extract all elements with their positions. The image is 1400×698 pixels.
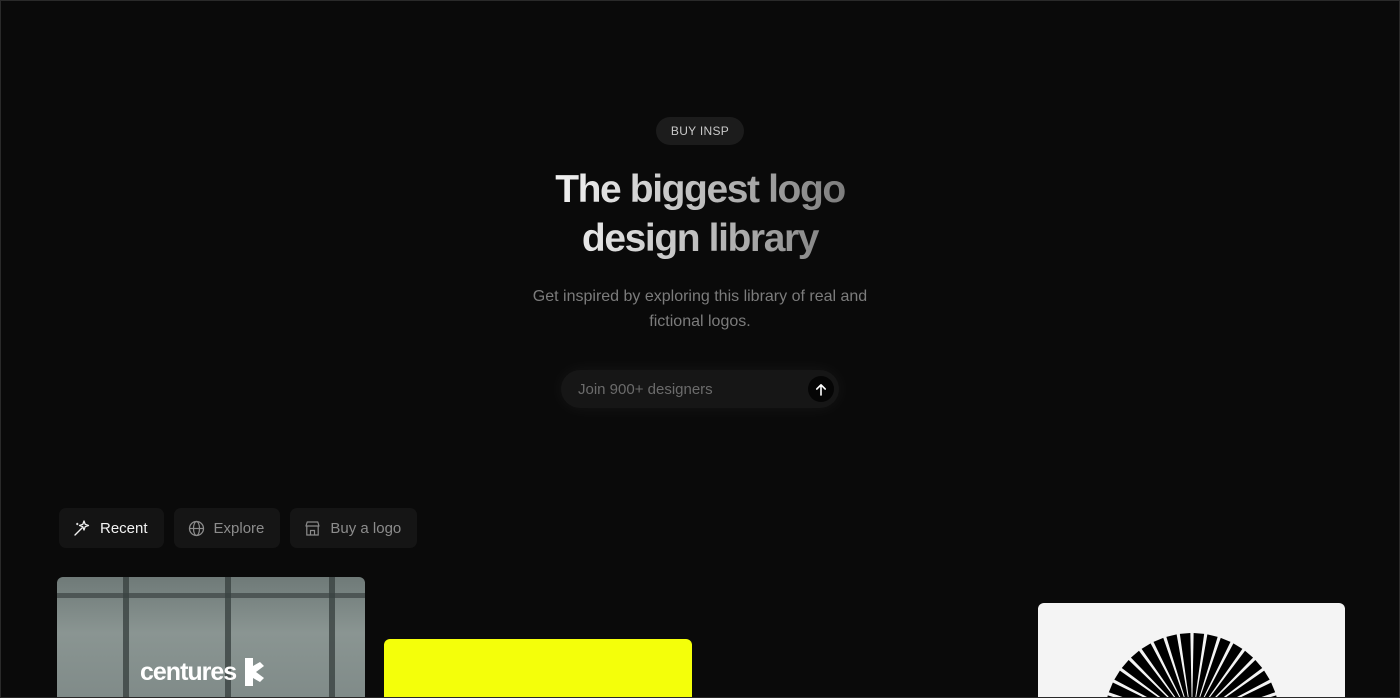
email-field[interactable]	[576, 379, 800, 399]
tab-buy-a-logo[interactable]: Buy a logo	[290, 508, 418, 548]
submit-button[interactable]	[808, 376, 834, 402]
window-frame	[57, 593, 365, 598]
page-title: The biggest logo design library	[555, 165, 845, 263]
tab-recent-label: Recent	[100, 519, 148, 537]
arrow-up-icon	[816, 383, 826, 396]
centures-logo: centures	[140, 657, 266, 687]
globe-icon	[188, 520, 205, 537]
headline-line-2: design library	[581, 217, 819, 260]
centures-mark-icon	[245, 658, 265, 686]
centures-wordmark: centures	[140, 657, 237, 686]
logo-card-yellow[interactable]	[384, 639, 692, 697]
headline-line-1: The biggest logo	[555, 168, 845, 211]
buy-insp-badge[interactable]: BUY INSP	[655, 117, 745, 145]
signup-form	[561, 370, 839, 408]
sunburst-logo	[1107, 633, 1277, 697]
sparkle-icon	[73, 519, 91, 537]
page: BUY INSP The biggest logo design library…	[0, 0, 1400, 698]
tab-buy-a-logo-label: Buy a logo	[330, 519, 402, 537]
logo-card-sunburst[interactable]	[1038, 603, 1345, 697]
store-icon	[304, 520, 321, 537]
window-frame	[329, 577, 335, 697]
tab-explore-label: Explore	[213, 519, 265, 537]
tab-explore[interactable]: Explore	[173, 508, 281, 548]
filter-tabs: Recent Explore Buy a logo	[59, 508, 418, 548]
hero-subtext: Get inspired by exploring this library o…	[532, 288, 868, 330]
window-frame	[123, 577, 129, 697]
hero-section: BUY INSP The biggest logo design library…	[1, 117, 1399, 408]
logo-card-centures[interactable]: centures	[57, 577, 365, 697]
tab-recent[interactable]: Recent	[59, 508, 164, 548]
